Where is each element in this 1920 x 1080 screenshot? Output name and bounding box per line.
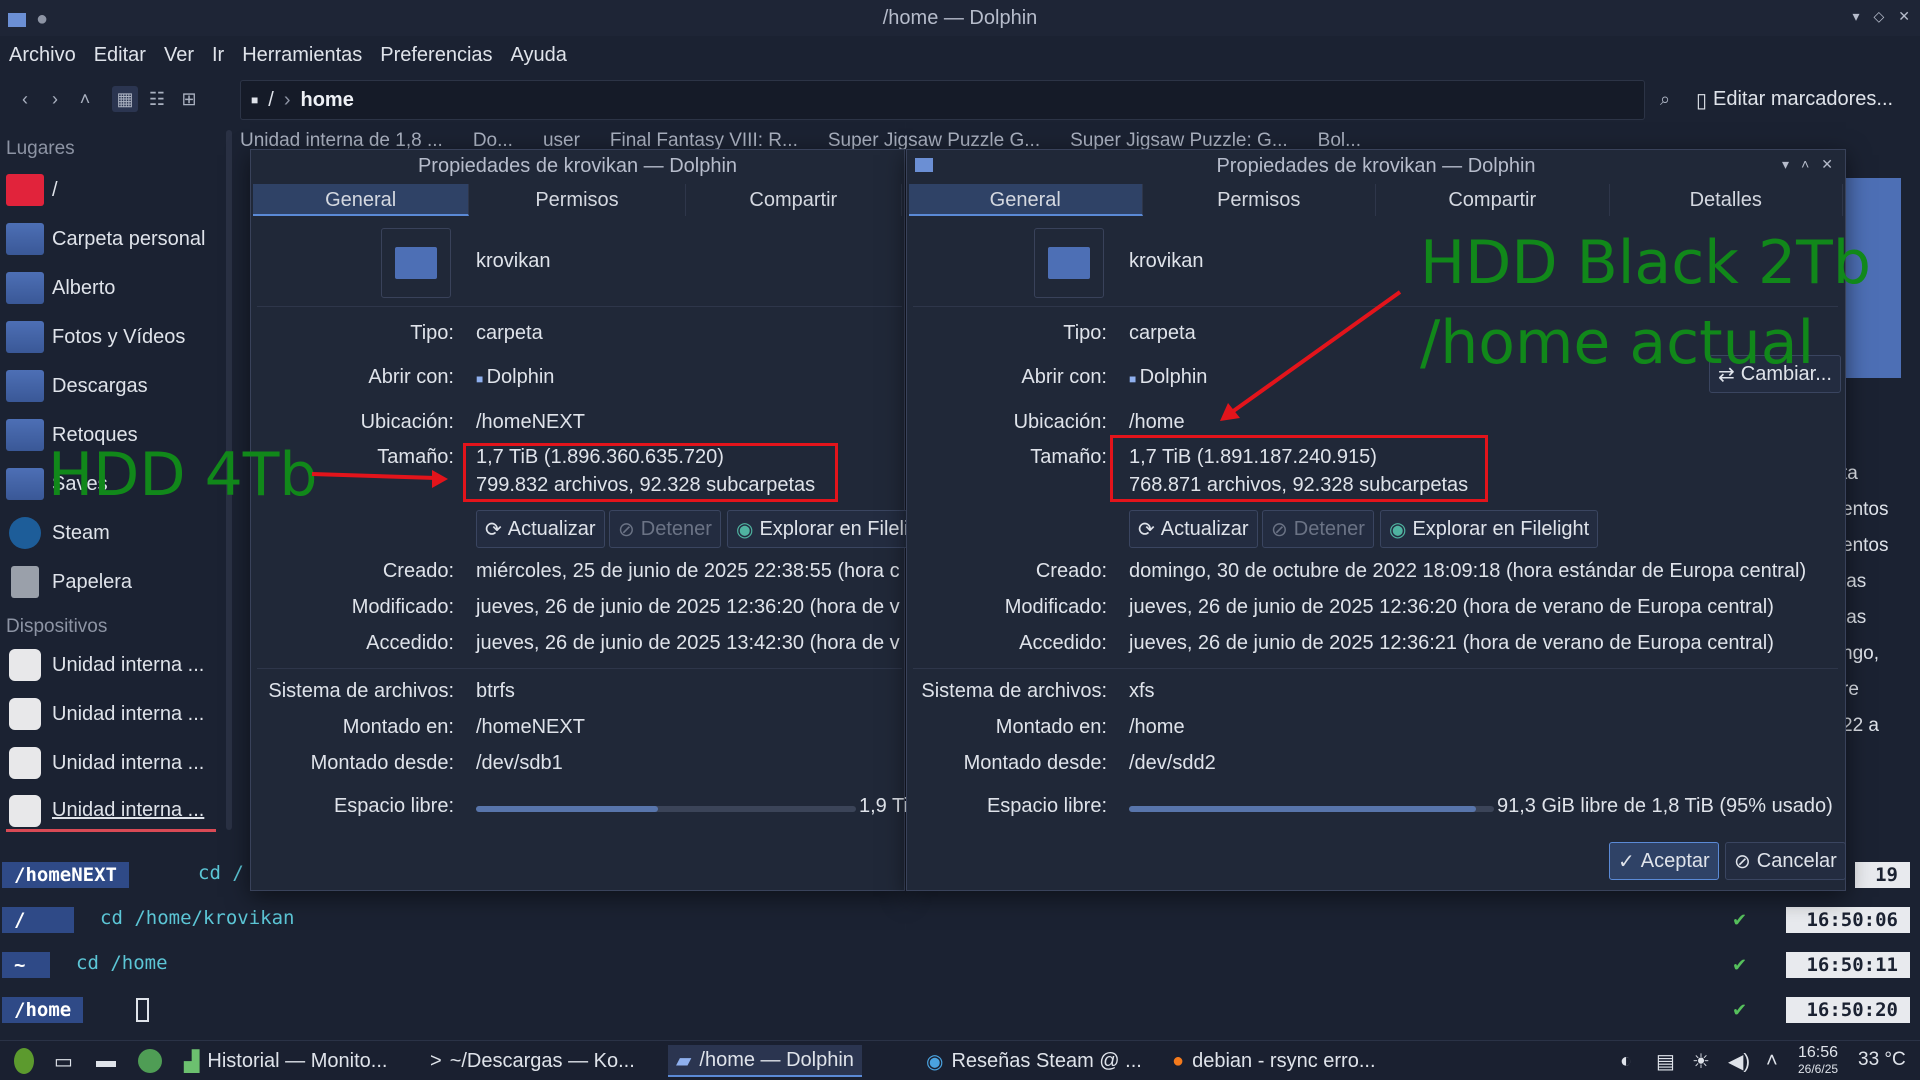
dolphin-icon: ▰ [676, 1049, 692, 1072]
taskbar-item-dolphin[interactable]: ▰ /home — Dolphin [668, 1045, 862, 1077]
clock[interactable]: 16:56 26/6/25 [1798, 1045, 1838, 1077]
firefox-icon: ● [1172, 1049, 1185, 1072]
annotation-arrows [311, 290, 1402, 488]
task-label: Reseñas Steam @ ... [951, 1049, 1142, 1072]
browser-icon: ◉ [926, 1050, 944, 1073]
show-desktop-icon[interactable]: ▭ [46, 1045, 81, 1077]
taskbar-item-firefox[interactable]: ● debian - rsync erro... [1164, 1045, 1384, 1077]
home-app-icon[interactable] [130, 1045, 170, 1077]
steam-tray-icon[interactable]: ◐ [1612, 1045, 1640, 1077]
clock-time: 16:56 [1798, 1044, 1839, 1061]
taskbar: ▭ ▬ ▟ Historial — Monito... > ~/Descargas … [0, 1040, 1920, 1080]
clipboard-icon[interactable]: ▤ [1648, 1045, 1683, 1077]
task-label: ~/Descargas — Ko... [449, 1049, 635, 1072]
temperature: 33 °C [1858, 1049, 1906, 1070]
volume-icon[interactable]: ◀) [1720, 1045, 1758, 1077]
brightness-icon[interactable]: ☀ [1684, 1045, 1718, 1077]
arrowhead-icon [1220, 403, 1240, 421]
taskbar-item-monitor[interactable]: ▟ Historial — Monito... [176, 1045, 395, 1077]
task-label: Historial — Monito... [207, 1049, 388, 1072]
tray-expand-icon[interactable]: ˄ [1758, 1045, 1786, 1077]
taskbar-item-steam[interactable]: ◉ Reseñas Steam @ ... [918, 1045, 1150, 1077]
red-arrow-right [1230, 290, 1402, 414]
arrowhead-icon [432, 470, 448, 488]
taskbar-item-konsole[interactable]: > ~/Descargas — Ko... [422, 1045, 643, 1077]
konsole-icon: > [430, 1049, 442, 1072]
red-arrow-left [311, 472, 437, 480]
task-label: /home — Dolphin [699, 1048, 854, 1071]
task-label: debian - rsync erro... [1192, 1049, 1376, 1072]
monitor-icon: ▟ [184, 1050, 200, 1073]
clock-date: 26/6/25 [1798, 1062, 1839, 1076]
app-launcher-icon[interactable] [6, 1045, 42, 1077]
terminal-app-icon[interactable]: ▬ [88, 1045, 124, 1077]
